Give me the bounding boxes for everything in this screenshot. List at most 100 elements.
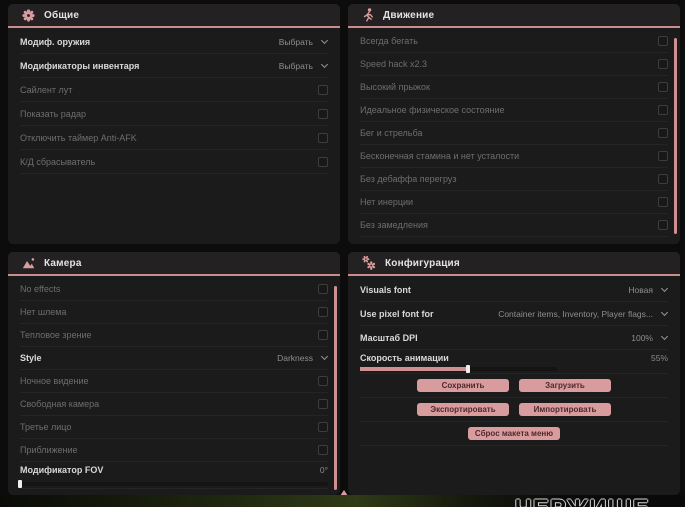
dropdown-value[interactable]: Выбрать xyxy=(279,61,313,71)
setting-row: Style Darkness xyxy=(20,347,329,370)
slider-track[interactable] xyxy=(18,480,328,488)
panel-config-header[interactable]: Конфигурация xyxy=(348,252,680,276)
panel-general: Общие Модиф. оружия Выбрать Модификаторы и… xyxy=(8,4,340,244)
chevron-down-icon[interactable] xyxy=(660,284,669,292)
chevron-down-icon[interactable] xyxy=(320,352,329,361)
checkbox[interactable] xyxy=(318,108,328,119)
setting-row: Без замедления xyxy=(360,214,668,237)
slider-value: 55% xyxy=(650,353,668,363)
setting-label: Показать радар xyxy=(20,108,87,119)
checkbox[interactable] xyxy=(658,59,668,69)
dropdown-value[interactable]: Выбрать xyxy=(279,37,313,47)
checkbox[interactable] xyxy=(318,330,328,340)
dropdown-value[interactable]: 100% xyxy=(631,333,653,343)
slider-fill xyxy=(360,367,469,371)
checkbox[interactable] xyxy=(318,84,328,95)
setting-label: Speed hack x2.3 xyxy=(360,59,428,69)
slider-value: 0° xyxy=(319,465,328,475)
gears-icon xyxy=(362,256,376,270)
gear-icon xyxy=(22,8,35,22)
config-buttons: Сохранить Загрузить Экспортировать Импортир… xyxy=(348,374,680,446)
panel-movement: Движение Всегда бегать Speed hack x2.3 Выс… xyxy=(348,4,680,244)
setting-label: Ночное видение xyxy=(20,376,89,386)
chevron-down-icon[interactable] xyxy=(320,36,329,44)
scrollbar[interactable] xyxy=(674,38,677,234)
setting-label: Visuals font xyxy=(360,284,411,295)
checkbox[interactable] xyxy=(318,132,328,143)
setting-label: Style xyxy=(20,353,42,363)
chevron-down-icon[interactable] xyxy=(660,308,669,316)
setting-row: Идеальное физическое состояние xyxy=(360,99,668,122)
panel-title: Общие xyxy=(44,9,80,21)
checkbox[interactable] xyxy=(318,156,328,167)
checkbox[interactable] xyxy=(318,284,328,294)
panel-config-rows: Visuals font Новая Use pixel font for Conta… xyxy=(348,276,680,374)
panel-camera-rows: No effects Нет шлема Тепловое зрение Style D… xyxy=(8,276,340,489)
checkbox[interactable] xyxy=(658,174,668,184)
scrollbar[interactable] xyxy=(334,286,337,490)
panel-config: Конфигурация Visuals font Новая Use pixel … xyxy=(348,252,680,495)
panel-title: Конфигурация xyxy=(385,257,460,269)
checkbox[interactable] xyxy=(318,422,328,432)
setting-row: Свободная камера xyxy=(20,393,328,416)
setting-row: Нет шлема xyxy=(20,301,328,324)
checkbox[interactable] xyxy=(658,151,668,161)
setting-label: Нет шлема xyxy=(20,307,67,317)
panel-general-rows: Модиф. оружия Выбрать Модификаторы инвента… xyxy=(8,28,340,174)
setting-row: Нет инерции xyxy=(360,191,668,214)
config-button-row: Экспортировать Импортировать xyxy=(360,398,668,422)
setting-label: Без дебаффа перегруз xyxy=(360,174,457,184)
config-button[interactable]: Загрузить xyxy=(519,379,611,392)
setting-label: Идеальное физическое состояние xyxy=(360,105,505,115)
checkbox[interactable] xyxy=(658,220,668,230)
dropdown-value[interactable]: Container items, Inventory, Player flags… xyxy=(498,309,653,319)
setting-label: Тепловое зрение xyxy=(20,330,92,340)
panel-movement-header[interactable]: Движение xyxy=(348,4,680,28)
checkbox[interactable] xyxy=(658,82,668,92)
setting-row: Тепловое зрение xyxy=(20,324,328,347)
setting-row: Ночное видение xyxy=(20,370,328,393)
config-button[interactable]: Сброс макета меню xyxy=(468,427,560,440)
setting-label: К/Д сбрасыватель xyxy=(20,156,96,167)
checkbox[interactable] xyxy=(318,399,328,409)
chevron-down-icon[interactable] xyxy=(660,332,669,340)
setting-label: Сайлент лут xyxy=(20,84,73,95)
runner-icon xyxy=(362,8,374,22)
image-mountain-icon xyxy=(22,257,35,269)
setting-label: Скорость анимации xyxy=(360,353,449,363)
config-button[interactable]: Экспортировать xyxy=(417,403,509,416)
checkbox[interactable] xyxy=(658,128,668,138)
setting-row: Третье лицо xyxy=(20,416,328,439)
checkbox[interactable] xyxy=(318,445,328,455)
setting-label: Без замедления xyxy=(360,220,428,230)
dropdown-value[interactable]: Darkness xyxy=(277,353,313,363)
setting-row: Visuals font Новая xyxy=(360,278,669,302)
setting-row: Модификатор FOV 0° xyxy=(18,462,328,489)
setting-label: Модификатор FOV xyxy=(20,465,104,475)
config-button[interactable]: Сохранить xyxy=(417,379,509,392)
slider-handle[interactable] xyxy=(466,365,471,373)
setting-row: Speed hack x2.3 xyxy=(360,53,668,76)
checkbox[interactable] xyxy=(658,36,668,46)
slider-handle[interactable] xyxy=(18,480,22,488)
config-button[interactable]: Импортировать xyxy=(519,403,611,416)
setting-label: Нет инерции xyxy=(360,197,414,207)
panel-grid: Общие Модиф. оружия Выбрать Модификаторы и… xyxy=(8,4,680,495)
slider-track[interactable] xyxy=(360,365,557,373)
checkbox[interactable] xyxy=(318,376,328,386)
cheat-menu-overlay: Общие Модиф. оружия Выбрать Модификаторы и… xyxy=(0,0,685,507)
dropdown-value[interactable]: Новая xyxy=(628,285,653,295)
setting-row: Модификаторы инвентаря Выбрать xyxy=(20,54,329,78)
setting-row: Бег и стрельба xyxy=(360,122,668,145)
setting-label: Use pixel font for xyxy=(360,308,434,319)
checkbox[interactable] xyxy=(658,105,668,115)
setting-row: Масштаб DPI 100% xyxy=(360,326,669,350)
checkbox[interactable] xyxy=(318,307,328,317)
setting-row: Всегда бегать xyxy=(360,30,668,53)
panel-title: Движение xyxy=(383,9,435,21)
chevron-down-icon[interactable] xyxy=(320,60,329,68)
panel-camera-header[interactable]: Камера xyxy=(8,252,340,276)
setting-label: Высокий прыжок xyxy=(360,82,430,92)
panel-general-header[interactable]: Общие xyxy=(8,4,340,28)
checkbox[interactable] xyxy=(658,197,668,207)
